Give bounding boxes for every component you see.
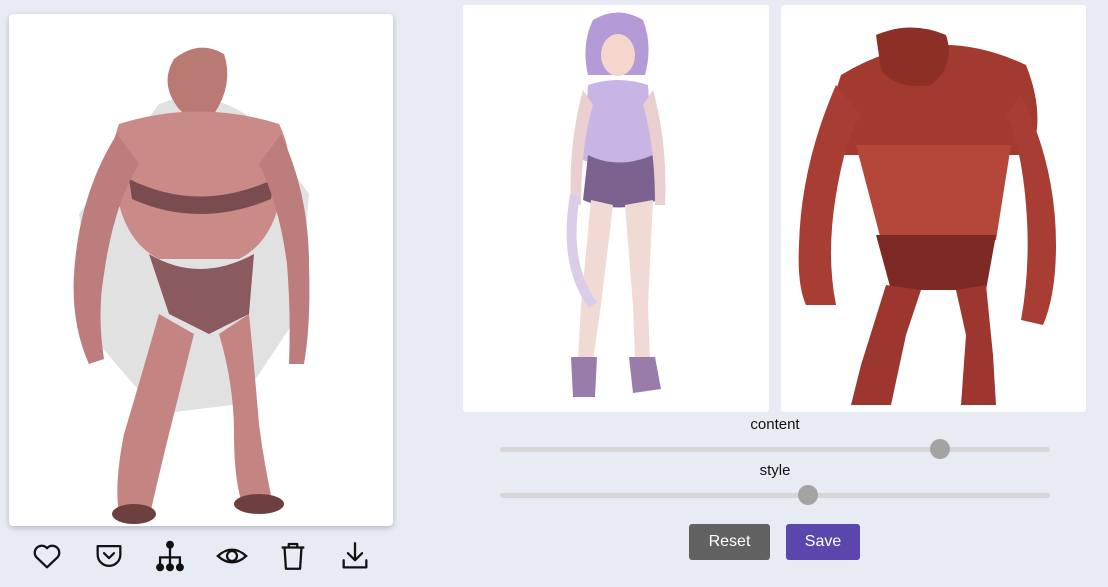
style-creature-image xyxy=(798,27,1056,405)
content-image xyxy=(463,5,769,412)
result-creature-image xyxy=(73,47,310,524)
style-slider-label: style xyxy=(759,462,791,479)
content-slider-thumb[interactable] xyxy=(930,439,950,459)
content-slider-label: content xyxy=(750,416,800,433)
content-slider[interactable] xyxy=(500,439,1050,459)
style-image xyxy=(781,5,1086,412)
trash-icon[interactable] xyxy=(274,537,312,575)
hierarchy-icon[interactable] xyxy=(151,537,189,575)
download-icon[interactable] xyxy=(336,537,374,575)
style-slider-thumb[interactable] xyxy=(798,485,818,505)
content-figure-image xyxy=(566,12,666,397)
reset-button[interactable]: Reset xyxy=(689,524,770,560)
image-action-bar xyxy=(28,537,374,575)
favorite-icon[interactable] xyxy=(28,537,66,575)
result-image xyxy=(9,14,393,526)
eye-icon[interactable] xyxy=(213,537,251,575)
pocket-save-icon[interactable] xyxy=(90,537,128,575)
style-slider[interactable] xyxy=(500,485,1050,505)
save-button[interactable]: Save xyxy=(786,524,860,560)
